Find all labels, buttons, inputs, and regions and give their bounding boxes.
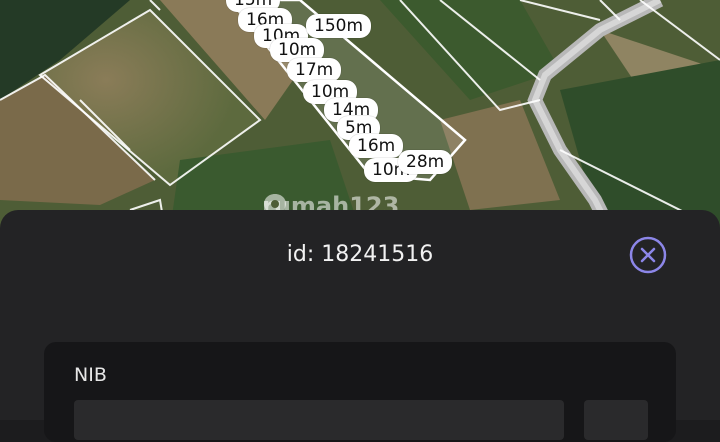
copy-button[interactable] [584, 400, 648, 440]
parcel-info-sheet: id: 18241516 NIB [0, 210, 720, 442]
nib-label: NIB [74, 364, 107, 386]
parcel-label: 17m [287, 58, 342, 82]
parcel-label: 150m [306, 14, 372, 38]
parcel-label: 16m [349, 134, 404, 158]
parcel-label: 28m [398, 150, 453, 174]
nib-value-field[interactable] [74, 400, 564, 440]
nib-card: NIB [44, 342, 676, 442]
parcel-id-title: id: 18241516 [286, 242, 434, 267]
close-circle-icon [629, 236, 667, 274]
close-button[interactable] [629, 236, 667, 274]
map-view[interactable]: 15m 16m 10m 150m 10m 17m 10m 14m 5m 16m … [0, 0, 720, 230]
